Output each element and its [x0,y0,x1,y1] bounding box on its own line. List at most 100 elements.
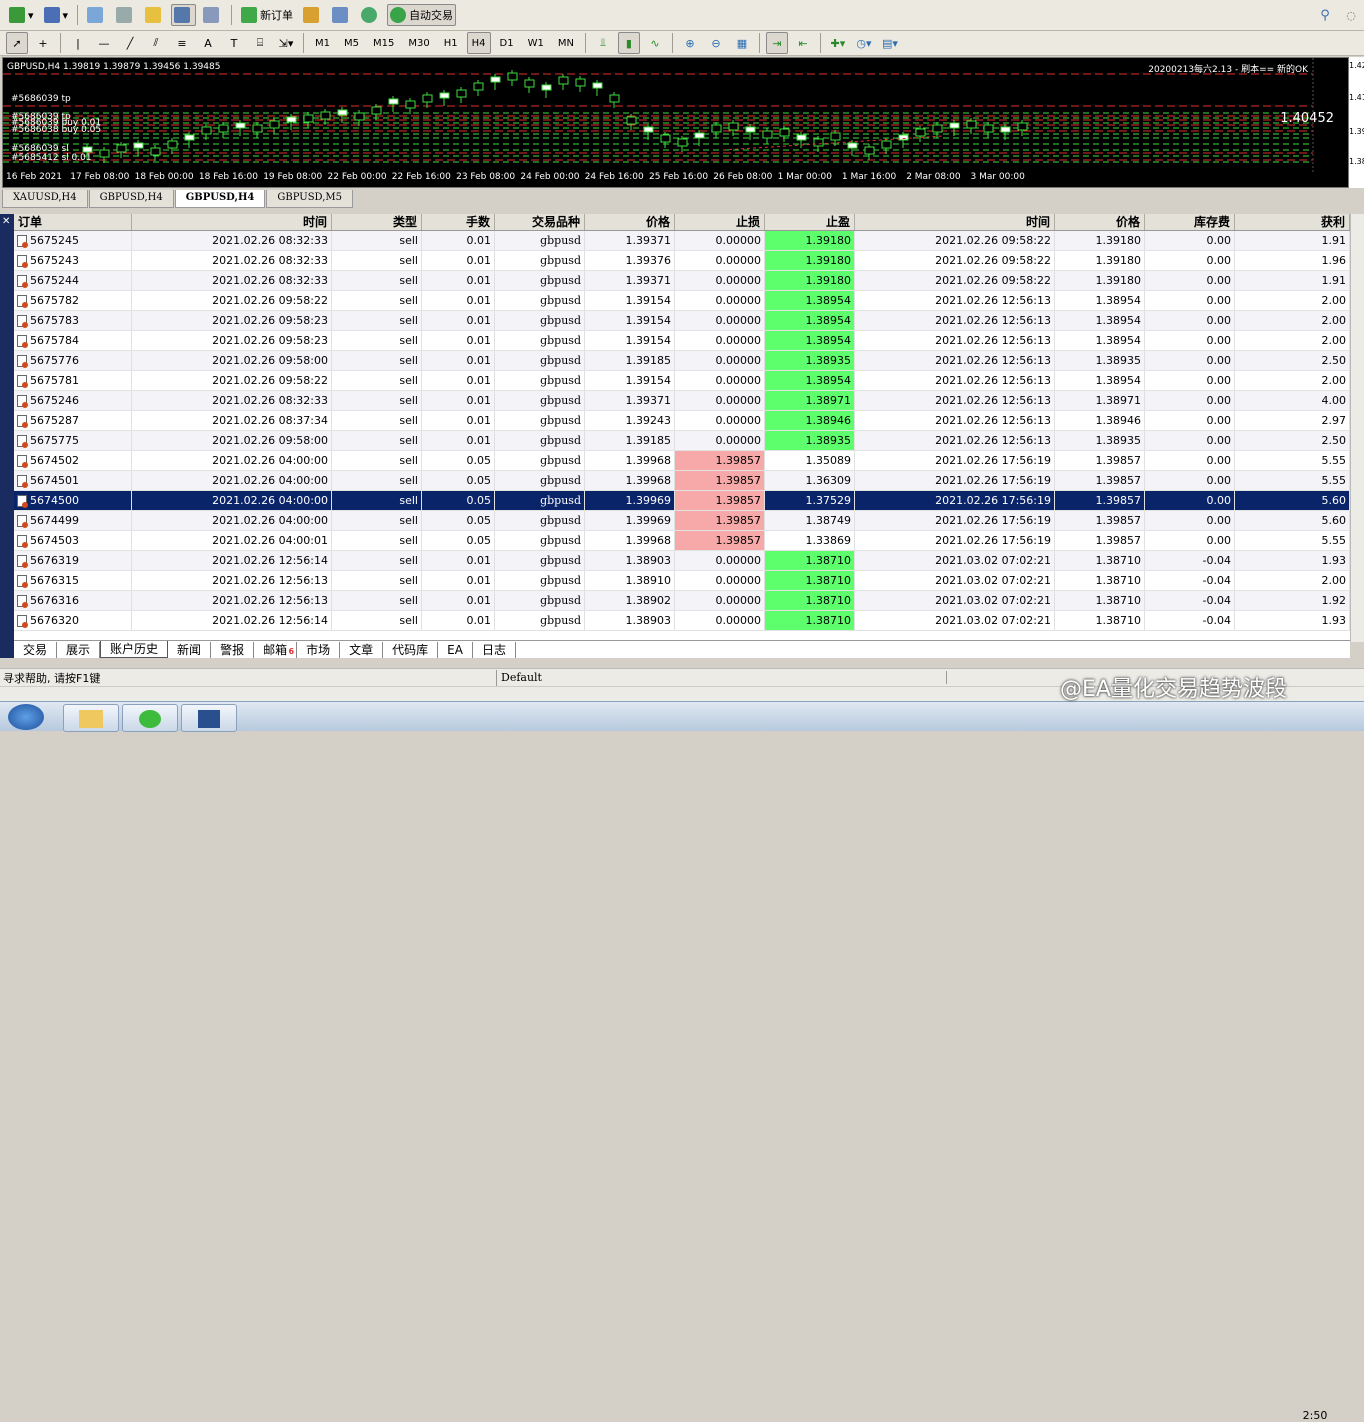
table-row[interactable]: 5676319 2021.02.26 12:56:14 sell 0.01 gbpusd… [14,551,1350,571]
chat-button[interactable]: ◌ [1340,4,1362,26]
table-row[interactable]: 5675287 2021.02.26 08:37:34 sell 0.01 gbpusd… [14,411,1350,431]
terminal-tab[interactable]: 警报 [211,641,255,658]
terminal-tab[interactable]: 展示 [57,641,101,658]
fibonacci-tool[interactable]: ≡ [171,32,193,54]
trendline-tool[interactable]: ╱ [119,32,141,54]
tile-windows-button[interactable]: ▦ [731,32,753,54]
indicators-button[interactable]: ✚▾ [827,32,849,54]
close-terminal-button[interactable]: ✕ [2,216,10,227]
chart-shift-button[interactable]: ⇤ [792,32,814,54]
vertical-line-tool[interactable]: | [67,32,89,54]
taskbar-metatrader[interactable] [181,704,237,732]
candle-chart-button[interactable]: ▮ [617,32,640,54]
table-row[interactable]: 5674499 2021.02.26 04:00:00 sell 0.05 gbpusd… [14,511,1350,531]
column-header[interactable]: 止损 [675,214,765,230]
column-header[interactable]: 订单 [14,214,132,230]
chart-tab[interactable]: XAUUSD,H4 [2,190,88,208]
column-header[interactable]: 止盈 [765,214,855,230]
editor-button[interactable] [300,4,325,26]
terminal-tab[interactable]: 文章 [340,641,384,658]
timeframe-h1[interactable]: H1 [439,32,463,54]
profiles-button[interactable]: ▾ [41,4,72,26]
timeframe-h4[interactable]: H4 [466,32,491,54]
new-chart-button[interactable]: ▾ [6,4,37,26]
table-row[interactable]: 5675784 2021.02.26 09:58:23 sell 0.01 gbpusd… [14,331,1350,351]
table-row[interactable]: 5674501 2021.02.26 04:00:00 sell 0.05 gbpusd… [14,471,1350,491]
label-tool[interactable]: T [223,32,245,54]
line-chart-button[interactable]: ∿ [644,32,666,54]
price-chart[interactable]: GBPUSD,H4 1.39819 1.39879 1.39456 1.3948… [2,57,1349,188]
start-button[interactable] [8,704,44,730]
timeframe-w1[interactable]: W1 [523,32,549,54]
column-header[interactable]: 获利 [1235,214,1350,230]
signals-button[interactable] [329,4,354,26]
terminal-tab[interactable]: 邮箱 6 [254,641,298,658]
table-row[interactable]: 5675781 2021.02.26 09:58:22 sell 0.01 gbpusd… [14,371,1350,391]
terminal-button[interactable] [171,4,197,26]
timeframe-d1[interactable]: D1 [495,32,519,54]
table-row[interactable]: 5674500 2021.02.26 04:00:00 sell 0.05 gbpusd… [14,491,1350,511]
periods-button[interactable]: ◷▾ [853,32,875,54]
zoom-in-button[interactable]: ⊕ [679,32,701,54]
table-row[interactable]: 5676315 2021.02.26 12:56:13 sell 0.01 gbpusd… [14,571,1350,591]
timeframe-m15[interactable]: M15 [368,32,399,54]
table-row[interactable]: 5675782 2021.02.26 09:58:22 sell 0.01 gbpusd… [14,291,1350,311]
terminal-tab[interactable]: 代码库 [383,641,439,658]
cursor-tool[interactable]: ➚ [6,32,28,54]
timeframe-m5[interactable]: M5 [339,32,364,54]
column-header[interactable]: 价格 [1055,214,1145,230]
tester-button[interactable] [200,4,225,26]
table-row[interactable]: 5675246 2021.02.26 08:32:33 sell 0.01 gbpusd… [14,391,1350,411]
vps-button[interactable] [358,4,383,26]
terminal-tab[interactable]: 账户历史 [100,641,169,658]
table-row[interactable]: 5674503 2021.02.26 04:00:01 sell 0.05 gbpusd… [14,531,1350,551]
chart-tab[interactable]: GBPUSD,M5 [266,190,353,208]
table-row[interactable]: 5676316 2021.02.26 12:56:13 sell 0.01 gbpusd… [14,591,1350,611]
fib-fan-tool[interactable]: ⌸ [249,32,271,54]
zoom-out-button[interactable]: ⊖ [705,32,727,54]
table-row[interactable]: 5676320 2021.02.26 12:56:14 sell 0.01 gbpusd… [14,611,1350,631]
timeframe-m1[interactable]: M1 [310,32,335,54]
equidistant-channel-tool[interactable]: ⫽ [145,32,167,54]
table-row[interactable]: 5675245 2021.02.26 08:32:33 sell 0.01 gbpusd… [14,231,1350,251]
table-row[interactable]: 5675243 2021.02.26 08:32:33 sell 0.01 gbpusd… [14,251,1350,271]
templates-button[interactable]: ▤▾ [879,32,901,54]
horizontal-line-tool[interactable]: — [93,32,115,54]
table-row[interactable]: 5675775 2021.02.26 09:58:00 sell 0.01 gbpusd… [14,431,1350,451]
auto-trade-button[interactable]: 自动交易 [387,4,457,26]
market-watch-button[interactable] [84,4,109,26]
crosshair-tool[interactable]: + [32,32,54,54]
shapes-tool[interactable]: ⇲▾ [275,32,297,54]
navigator-button[interactable] [113,4,138,26]
terminal-tab[interactable]: 新闻 [168,641,212,658]
timeframe-mn[interactable]: MN [553,32,579,54]
chart-tab[interactable]: GBPUSD,H4 [88,190,174,208]
column-header[interactable]: 时间 [855,214,1055,230]
taskbar-explorer[interactable] [63,704,119,732]
chart-tab[interactable]: GBPUSD,H4 [174,190,266,208]
table-row[interactable]: 5675244 2021.02.26 08:32:33 sell 0.01 gbpusd… [14,271,1350,291]
order-id: 5675782 [30,294,79,307]
column-header[interactable]: 时间 [132,214,332,230]
table-row[interactable]: 5675776 2021.02.26 09:58:00 sell 0.01 gbpusd… [14,351,1350,371]
column-header[interactable]: 库存费 [1145,214,1235,230]
column-header[interactable]: 类型 [332,214,422,230]
terminal-tab[interactable]: EA [438,641,473,658]
search-button[interactable]: ⚲ [1314,4,1336,26]
table-row[interactable]: 5674502 2021.02.26 04:00:00 sell 0.05 gbpusd… [14,451,1350,471]
taskbar-wechat[interactable] [122,704,178,732]
timeframe-m30[interactable]: M30 [403,32,434,54]
new-order-button[interactable]: 新订单 [238,4,296,26]
column-header[interactable]: 交易品种 [495,214,585,230]
text-tool[interactable]: A [197,32,219,54]
terminal-tab[interactable]: 市场 [297,641,341,658]
terminal-tab[interactable]: 日志 [473,641,516,658]
vertical-scrollbar[interactable] [1350,214,1364,642]
favorites-button[interactable] [142,4,167,26]
table-row[interactable]: 5675783 2021.02.26 09:58:23 sell 0.01 gbpusd… [14,311,1350,331]
terminal-tab[interactable]: 交易 [14,641,58,658]
autoscroll-button[interactable]: ⇥ [765,32,788,54]
bar-chart-button[interactable]: ⫫ [592,32,614,54]
column-header[interactable]: 手数 [422,214,495,230]
column-header[interactable]: 价格 [585,214,675,230]
